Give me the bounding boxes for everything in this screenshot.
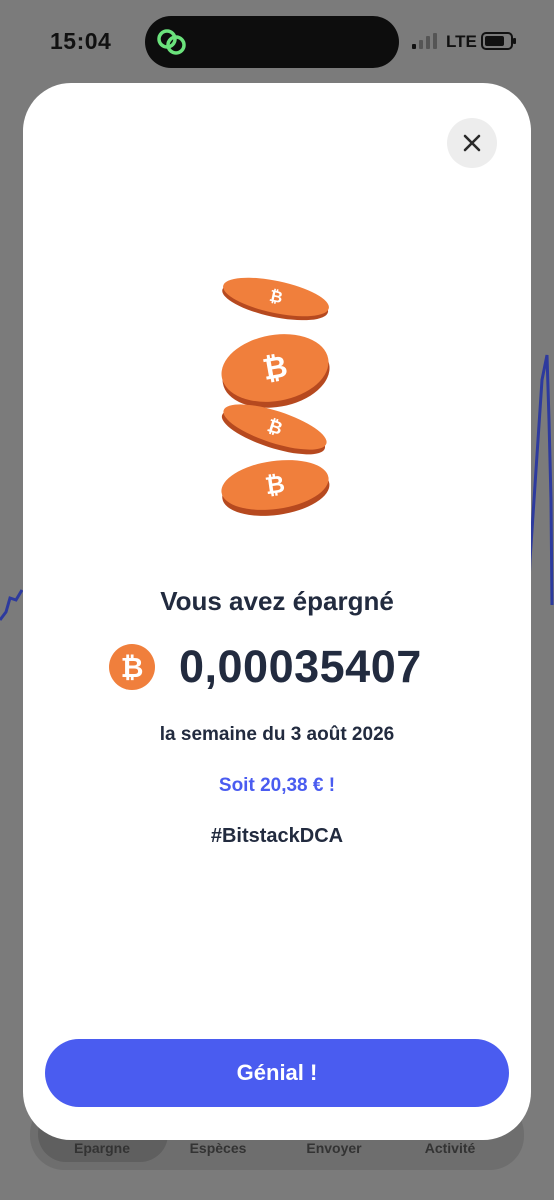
dynamic-island — [145, 16, 399, 68]
signal-icon — [412, 33, 437, 49]
close-button[interactable] — [447, 118, 497, 168]
hashtag: #BitstackDCA — [210, 825, 344, 847]
btc-amount: 0,00035407 — [179, 641, 422, 692]
status-time: 15:04 — [50, 28, 112, 54]
background-tab-envoyer: Envoyer — [306, 1140, 362, 1156]
falling-bitcoins-illustration: ₿ ₿ ₿ ₿ — [221, 277, 330, 516]
background-tab-especes: Espèces — [189, 1140, 247, 1156]
link-rings-icon — [157, 29, 186, 55]
bitcoin-icon: ₿ — [109, 644, 155, 690]
confirm-button[interactable]: Génial ! — [45, 1039, 509, 1107]
close-icon — [463, 134, 481, 152]
status-bar: 15:04 LTE — [0, 0, 554, 80]
btc-amount-row: ₿ 0,00035407 — [109, 641, 422, 693]
svg-text:₿: ₿ — [263, 470, 286, 500]
svg-text:₿: ₿ — [121, 651, 144, 684]
battery-icon — [481, 32, 516, 50]
background-tab-activite: Activité — [424, 1140, 476, 1156]
savings-modal: ₿ ₿ ₿ ₿ Vous avez épargné ₿ 0,00035407 l… — [23, 83, 531, 1140]
background-tab-epargne: Epargne — [73, 1140, 130, 1156]
savings-headline: Vous avez épargné — [160, 586, 394, 616]
fiat-value: Soit 20,38 € ! — [218, 775, 336, 796]
network-type: LTE — [446, 32, 477, 51]
savings-period: la semaine du 3 août 2026 — [159, 724, 395, 745]
